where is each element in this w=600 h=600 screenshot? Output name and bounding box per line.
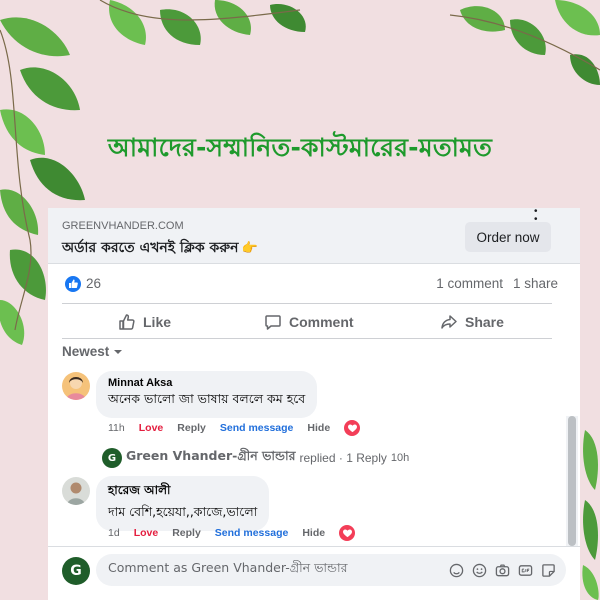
order-now-button[interactable]: Order now — [465, 222, 551, 252]
sort-label: Newest — [62, 344, 110, 359]
page-headline: আমাদের-সম্মানিত-কাস্টমারের-মতামত — [107, 133, 493, 162]
comment-time[interactable]: 1d — [108, 527, 120, 539]
caret-down-icon — [114, 349, 123, 354]
like-count[interactable]: 26 — [86, 276, 101, 291]
comment-composer: G Comment as Green Vhander-গ্রীন ভান্ডার — [48, 547, 580, 600]
commenter-name[interactable]: Minnat Aksa — [108, 377, 305, 389]
share-label: Share — [465, 314, 504, 330]
share-count[interactable]: 1 share — [513, 276, 558, 291]
thumbs-up-icon — [119, 314, 135, 330]
facebook-post-card: • • GREENVHANDER.COM অর্ডার করতে এখনই ক্ল… — [48, 208, 580, 600]
love-reaction-icon[interactable] — [339, 525, 356, 541]
comment-input-placeholder: Comment as Green Vhander-গ্রীন ভান্ডার — [108, 560, 348, 575]
composer-icons — [441, 554, 556, 586]
ad-banner[interactable]: • • GREENVHANDER.COM অর্ডার করতে এখনই ক্ল… — [48, 208, 580, 264]
comment-icon — [265, 315, 281, 330]
emoji-icon[interactable] — [472, 563, 487, 578]
love-link[interactable]: Love — [134, 527, 159, 539]
post-stats: 26 1 comment 1 share — [62, 264, 558, 304]
comments-scrollbar[interactable] — [566, 416, 578, 546]
comment-bubble: Minnat Aksa অনেক ভালো জা ভাষায় বললে কম … — [96, 371, 318, 418]
ad-headline: অর্ডার করতে এখনই ক্লিক করুন 👉 — [62, 236, 258, 260]
hide-link[interactable]: Hide — [302, 527, 325, 539]
like-label: Like — [143, 314, 172, 330]
page-reply-name: Green Vhander-গ্রীন ভান্ডার — [126, 448, 296, 463]
send-message-link[interactable]: Send message — [220, 422, 294, 434]
comment-input[interactable]: Comment as Green Vhander-গ্রীন ভান্ডার — [96, 554, 566, 586]
avatar-sticker-icon[interactable] — [449, 563, 464, 578]
ad-headline-text: অর্ডার করতে এখনই ক্লিক করুন — [62, 240, 239, 256]
post-actions: Like Comment Share — [62, 305, 552, 339]
comment-text: অনেক ভালো জা ভাষায় বললে কম হবে — [108, 391, 306, 406]
page-avatar[interactable]: G — [62, 557, 90, 585]
scrollbar-thumb[interactable] — [568, 416, 576, 546]
comment-meta: 1d Love Reply Send message Hide — [108, 525, 369, 541]
comment-button[interactable]: Comment — [264, 305, 354, 339]
reply-link[interactable]: Reply — [177, 422, 206, 434]
share-icon — [441, 315, 457, 329]
page-reply-action: replied · 1 Reply — [299, 451, 387, 465]
pointing-hand-icon: 👉 — [241, 241, 258, 256]
like-reaction-icon[interactable] — [65, 276, 81, 292]
commenter-name[interactable]: হারেজ আলী — [108, 482, 257, 502]
page-reply-thread[interactable]: G Green Vhander-গ্রীন ভান্ডার replied · … — [102, 446, 409, 470]
page-logo-icon: G — [102, 448, 122, 468]
love-reaction-icon[interactable] — [344, 420, 361, 436]
hide-link[interactable]: Hide — [307, 422, 330, 434]
comment-meta: 11h Love Reply Send message Hide — [108, 420, 374, 436]
gif-icon[interactable] — [518, 563, 533, 578]
like-button[interactable]: Like — [118, 305, 171, 339]
comment-bubble: হারেজ আলী দাম বেশি,হয়েযা,,কাজে,ভালো — [96, 476, 270, 531]
comment-sort-dropdown[interactable]: Newest — [62, 344, 123, 359]
comment-text: দাম বেশি,হয়েযা,,কাজে,ভালো — [108, 504, 258, 519]
avatar[interactable] — [62, 477, 90, 505]
sticker-icon[interactable] — [541, 563, 556, 578]
share-button[interactable]: Share — [440, 305, 504, 339]
comment-label: Comment — [289, 314, 354, 330]
page-reply-time: 10h — [390, 452, 410, 464]
comment-count[interactable]: 1 comment — [436, 276, 503, 291]
ad-domain: GREENVHANDER.COM — [62, 220, 184, 232]
reply-link[interactable]: Reply — [172, 527, 201, 539]
comment-time[interactable]: 11h — [108, 422, 125, 434]
send-message-link[interactable]: Send message — [215, 527, 289, 539]
camera-icon[interactable] — [495, 563, 510, 578]
avatar[interactable] — [62, 372, 90, 400]
love-link[interactable]: Love — [139, 422, 164, 434]
